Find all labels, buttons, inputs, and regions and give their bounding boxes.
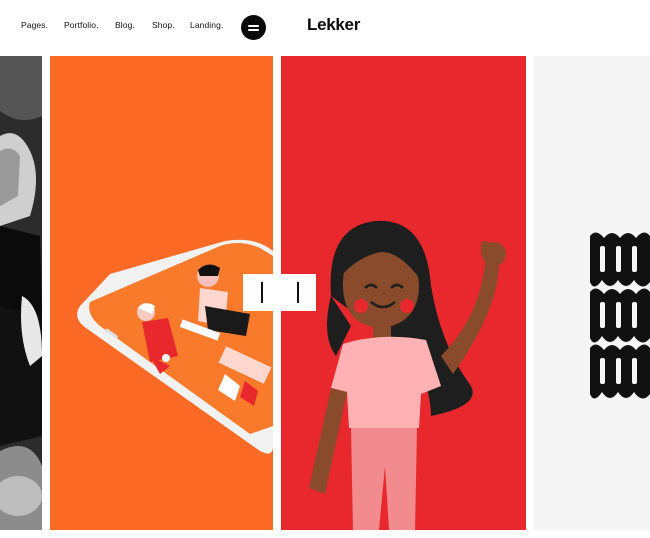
prev-arrow-icon — [261, 282, 263, 303]
nav-item-shop[interactable]: Shop. — [152, 20, 175, 30]
phone-illustration — [50, 56, 273, 530]
site-header: . Pages. Portfolio. Blog. Shop. Landing.… — [0, 0, 650, 56]
slide-orange-phone[interactable] — [50, 56, 273, 530]
slider-prev-button[interactable] — [243, 274, 279, 311]
hamburger-menu-icon — [248, 25, 259, 27]
slider-next-button[interactable] — [280, 274, 316, 311]
slide-black-pattern[interactable] — [534, 56, 650, 530]
nav-item-blog[interactable]: Blog. — [115, 20, 135, 30]
nav-item-pages[interactable]: Pages. — [21, 20, 48, 30]
slide-bw-portrait[interactable] — [0, 56, 42, 530]
slide-red-girl[interactable] — [281, 56, 526, 530]
bw-portrait-image — [0, 56, 42, 530]
menu-button[interactable] — [241, 15, 266, 40]
nav-item-portfolio[interactable]: Portfolio. — [64, 20, 99, 30]
slider-navigation — [243, 274, 316, 311]
next-arrow-icon — [297, 282, 299, 303]
girl-illustration — [281, 56, 526, 530]
pattern-artwork — [534, 56, 650, 530]
nav-item-landing[interactable]: Landing. — [190, 20, 223, 30]
hamburger-menu-icon-line — [248, 29, 259, 31]
site-logo[interactable]: Lekker — [307, 15, 360, 35]
